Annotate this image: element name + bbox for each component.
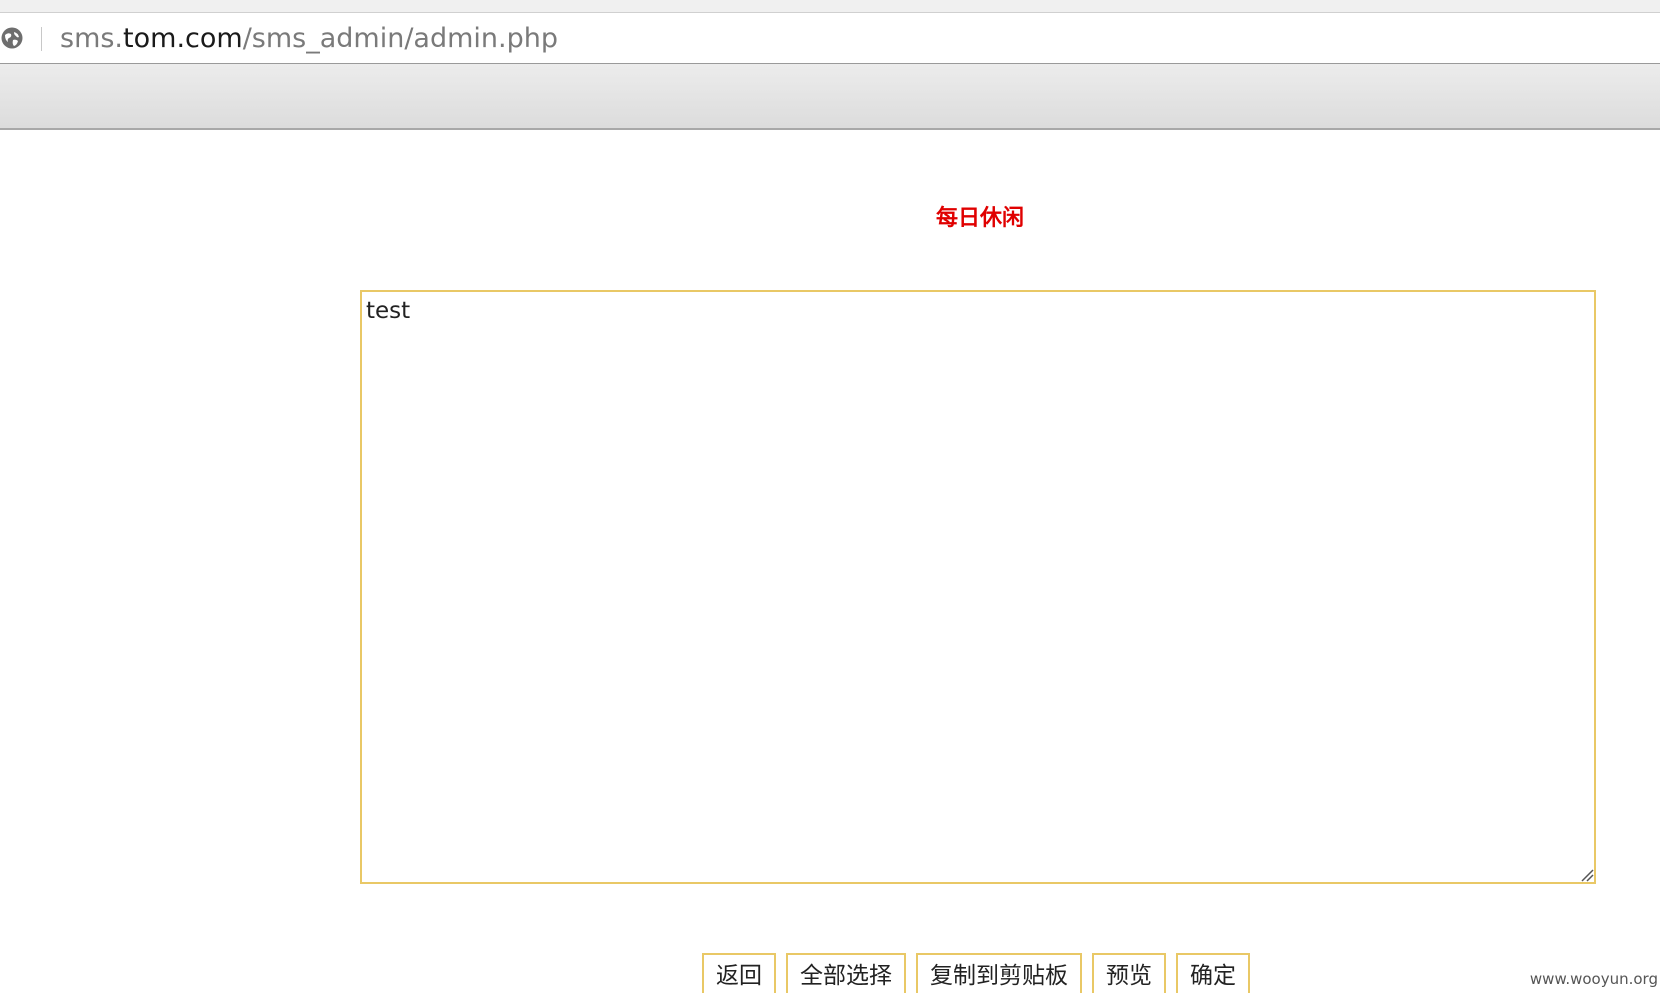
address-bar[interactable]: sms.tom.com/sms_admin/admin.php — [0, 13, 1660, 64]
url-text[interactable]: sms.tom.com/sms_admin/admin.php — [60, 21, 558, 57]
url-host: tom.com — [123, 23, 243, 54]
globe-icon — [1, 27, 23, 49]
content-textarea[interactable]: test — [360, 290, 1596, 884]
browser-top-strip — [0, 0, 1660, 13]
page-title: 每日休闲 — [935, 206, 1024, 231]
copy-to-clipboard-button[interactable]: 复制到剪贴板 — [916, 953, 1082, 993]
action-button-row: 返回 全部选择 复制到剪贴板 预览 确定 — [702, 953, 1250, 993]
preview-button[interactable]: 预览 — [1092, 953, 1166, 993]
watermark: www.wooyun.org — [1529, 970, 1658, 988]
address-divider — [41, 27, 42, 51]
browser-toolbar — [0, 64, 1660, 130]
back-button[interactable]: 返回 — [702, 953, 776, 993]
confirm-button[interactable]: 确定 — [1176, 953, 1250, 993]
url-path: /sms_admin/admin.php — [242, 23, 558, 54]
resize-grip-icon[interactable] — [1580, 868, 1594, 882]
url-prefix: sms. — [60, 23, 124, 54]
select-all-button[interactable]: 全部选择 — [786, 953, 906, 993]
